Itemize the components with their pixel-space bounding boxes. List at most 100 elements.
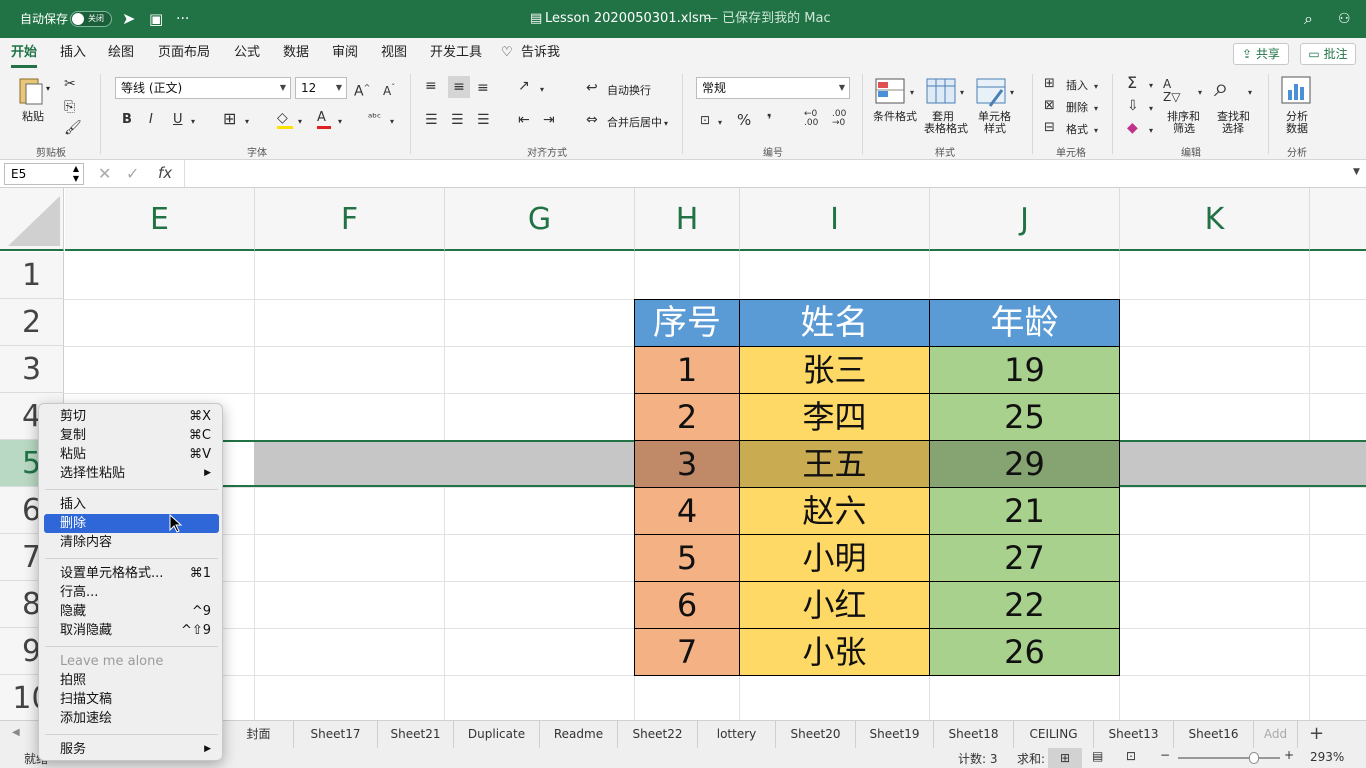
tell-me[interactable]: 告诉我	[521, 38, 560, 68]
column-header-g[interactable]: G	[445, 188, 635, 251]
font-name-select[interactable]: 等线 (正文) ▼	[115, 77, 291, 99]
fill-color-icon[interactable]: ◇	[277, 110, 293, 129]
tab-formulas[interactable]: 公式	[234, 38, 260, 68]
delete-dropdown-icon[interactable]: ▾	[1094, 101, 1098, 117]
tab-review[interactable]: 审阅	[332, 38, 358, 68]
menu-item-take-photo[interactable]: 拍照	[44, 671, 219, 690]
sheet-tab[interactable]: Sheet17	[294, 721, 378, 748]
menu-item-add-sketch[interactable]: 添加速绘	[44, 709, 219, 728]
table-cell[interactable]: 小明	[740, 535, 930, 582]
decrease-decimal-icon[interactable]: .00 →0	[832, 110, 846, 128]
menu-item-scan-documents[interactable]: 扫描文稿	[44, 690, 219, 709]
cancel-icon[interactable]: ✕	[98, 164, 111, 183]
sort-dropdown-icon[interactable]: ▾	[1198, 85, 1202, 101]
zoom-in-icon[interactable]: +	[1284, 748, 1294, 762]
align-middle-icon[interactable]: ≡	[448, 76, 470, 98]
sort-filter-icon[interactable]: A Z▽	[1163, 78, 1180, 104]
table-cell[interactable]: 5	[635, 535, 740, 582]
autosum-dropdown-icon[interactable]: ▾	[1149, 78, 1153, 94]
menu-item-row-height[interactable]: 行高...	[44, 583, 219, 602]
phonetic-dropdown-icon[interactable]: ▾	[390, 114, 394, 130]
table-cell[interactable]: 3	[635, 441, 740, 488]
decrease-indent-icon[interactable]: ⇤	[518, 112, 530, 128]
table-cell[interactable]: 小张	[740, 629, 930, 676]
delete-cells-icon[interactable]: ⊠	[1044, 98, 1055, 114]
select-all-corner[interactable]	[0, 188, 64, 251]
table-cell[interactable]: 29	[930, 441, 1120, 488]
find-select-icon[interactable]: ⌕	[1214, 74, 1229, 102]
align-center-icon[interactable]: ☰	[451, 112, 464, 128]
table-cell[interactable]: 赵六	[740, 488, 930, 535]
table-cell[interactable]: 王五	[740, 441, 930, 488]
paste-icon[interactable]	[16, 76, 48, 106]
autosave-toggle[interactable]: 关闭	[70, 11, 112, 27]
orientation-dropdown-icon[interactable]: ▾	[540, 82, 544, 98]
insert-cells-button[interactable]: 插入	[1066, 77, 1088, 93]
cell-styles-icon[interactable]	[976, 78, 1008, 108]
column-header-e[interactable]: E	[65, 188, 255, 251]
merge-icon[interactable]: ⇔	[586, 112, 598, 128]
paste-dropdown-icon[interactable]: ▾	[46, 84, 50, 93]
sheet-tab[interactable]: lottery	[698, 721, 776, 748]
name-box[interactable]: E5 ▲ ▼	[4, 163, 84, 185]
table-cell[interactable]: 26	[930, 629, 1120, 676]
delete-cells-button[interactable]: 删除	[1066, 99, 1088, 115]
function-icon[interactable]: fx	[158, 164, 172, 182]
table-cell[interactable]: 19	[930, 347, 1120, 394]
pointer-icon[interactable]: ➤	[122, 0, 135, 38]
comma-icon[interactable]: ❜	[767, 112, 772, 128]
cut-icon[interactable]: ✂	[64, 76, 76, 92]
expand-formula-icon[interactable]: ▼	[1353, 167, 1360, 177]
italic-button[interactable]: I	[149, 112, 153, 128]
table-cell[interactable]: 张三	[740, 347, 930, 394]
currency-icon[interactable]: ⊡	[700, 112, 710, 128]
table-cell[interactable]: 1	[635, 347, 740, 394]
page-layout-view-icon[interactable]: ▤	[1092, 749, 1103, 763]
column-header-l[interactable]	[1310, 188, 1366, 251]
tab-home[interactable]: 开始	[11, 38, 38, 68]
formula-input[interactable]	[184, 160, 1344, 187]
sheet-tab[interactable]: CEILING	[1014, 721, 1094, 748]
font-color-icon[interactable]: A	[317, 110, 331, 129]
table-cell[interactable]: 22	[930, 582, 1120, 629]
menu-item-services[interactable]: 服务 ▶	[44, 740, 219, 759]
font-size-select[interactable]: 12 ▼	[295, 77, 347, 99]
sheet-tab[interactable]: Duplicate	[454, 721, 540, 748]
add-sheet-icon[interactable]: +	[1309, 723, 1324, 744]
menu-item-copy[interactable]: 复制 ⌘C	[44, 426, 219, 445]
more-icon[interactable]: ···	[176, 0, 189, 38]
decrease-font-icon[interactable]: Aˇ	[383, 80, 395, 99]
phonetic-icon[interactable]: ᵃᵇᶜ	[368, 110, 381, 126]
table-format-dropdown-icon[interactable]: ▾	[960, 85, 964, 101]
format-cells-icon[interactable]: ⊟	[1044, 120, 1055, 136]
menu-item-unhide[interactable]: 取消隐藏 ^⇧9	[44, 621, 219, 640]
table-cell[interactable]: 4	[635, 488, 740, 535]
table-cell[interactable]: 25	[930, 394, 1120, 441]
tab-data[interactable]: 数据	[283, 38, 309, 68]
column-header-j[interactable]: J	[930, 188, 1120, 251]
column-header-i[interactable]: I	[740, 188, 930, 251]
sheet-tab[interactable]: Sheet18	[934, 721, 1014, 748]
copy-icon[interactable]: ⎘	[64, 99, 75, 115]
format-dropdown-icon[interactable]: ▾	[1094, 123, 1098, 139]
menu-item-cut[interactable]: 剪切 ⌘X	[44, 407, 219, 426]
sheet-tab[interactable]: Add	[1254, 721, 1298, 748]
align-bottom-icon[interactable]: ≡	[477, 80, 489, 96]
increase-font-icon[interactable]: A^	[354, 80, 370, 100]
table-cell[interactable]: 7	[635, 629, 740, 676]
menu-item-paste-special[interactable]: 选择性粘贴 ▶	[44, 464, 219, 483]
zoom-level[interactable]: 293%	[1310, 750, 1344, 764]
row-header-1[interactable]: 1	[0, 252, 64, 299]
fill-icon[interactable]: ⇩	[1127, 98, 1139, 114]
tab-view[interactable]: 视图	[381, 38, 407, 68]
save-icon[interactable]: ▣	[149, 0, 163, 38]
prev-sheet-icon[interactable]: ◀	[12, 727, 20, 738]
confirm-icon[interactable]: ✓	[126, 164, 139, 183]
fill-dropdown-icon[interactable]: ▾	[298, 114, 302, 130]
menu-item-delete[interactable]: 删除	[44, 514, 219, 533]
search-icon[interactable]: ⌕	[1304, 0, 1313, 38]
menu-item-paste[interactable]: 粘贴 ⌘V	[44, 445, 219, 464]
merge-center-button[interactable]: 合并后居中	[607, 114, 662, 130]
sheet-tab[interactable]: Sheet20	[776, 721, 856, 748]
table-cell[interactable]: 小红	[740, 582, 930, 629]
